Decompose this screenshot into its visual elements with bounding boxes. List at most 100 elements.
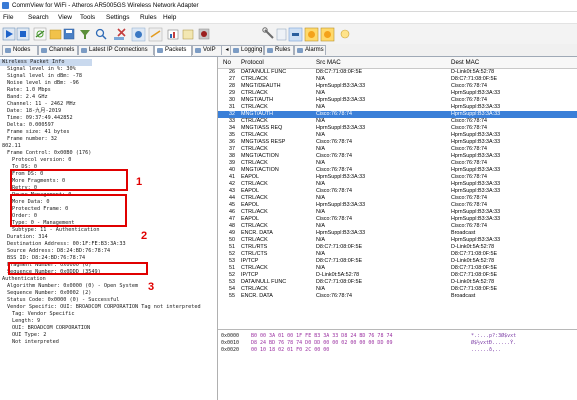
packet-number: 51 xyxy=(229,265,235,271)
tree-item[interactable]: Rate: 1.0 Mbps xyxy=(7,87,51,94)
packet-row[interactable]: 51 CTRL/ACK N/A D8:C7:71:08:0F:5E xyxy=(218,265,577,272)
packet-row[interactable]: 34 MNGT/ASS REQ HprnSuppl:B3:3A:33 Cisco:76… xyxy=(218,125,577,132)
col-dest-mac[interactable]: Dest MAC xyxy=(451,59,479,66)
packet-row[interactable]: 40 MNGT/ACTION Cisco:76:78:74 HprnSuppl:B3:… xyxy=(218,167,577,174)
packet-src-mac: HprnSuppl:B3:3A:33 xyxy=(316,230,366,236)
packet-src-mac: N/A xyxy=(316,160,325,166)
packet-row[interactable]: 52 CTRL/CTS N/A D8:C7:71:08:0F:5E xyxy=(218,251,577,258)
menu-rules[interactable]: Rules xyxy=(140,13,157,22)
packet-row[interactable]: 29 CTRL/ACK N/A HprnSuppl:B3:3A:33 xyxy=(218,90,577,97)
packet-row[interactable]: 31 CTRL/ACK N/A HprnSuppl:B3:3A:33 xyxy=(218,104,577,111)
packet-row[interactable]: 53 DATA/NULL FUNC D8:C7:71:08:0F:5E D-Link0… xyxy=(218,279,577,286)
tree-item[interactable]: Length: 9 xyxy=(12,318,40,325)
packet-row[interactable]: 43 EAPOL Cisco:76:78:74 HprnSuppl:B3:3A:33 xyxy=(218,188,577,195)
packet-protocol: MNGT/ASS RESP xyxy=(241,139,286,145)
packet-row[interactable]: 30 MNGT/AUTH HprnSuppl:B3:3A:33 Cisco:76:78… xyxy=(218,97,577,104)
channels-tab-icon xyxy=(41,48,47,53)
packet-row[interactable]: 27 CTRL/ACK N/A D8:C7:71:08:0F:5E xyxy=(218,76,577,83)
tree-item[interactable]: Destination Address: 00:1F:FE:B3:3A:33 xyxy=(7,241,126,248)
tab-nodes[interactable]: Nodes xyxy=(2,45,38,55)
menu-search[interactable]: Search xyxy=(28,13,49,22)
tree-item[interactable]: Frame size: 41 bytes xyxy=(7,129,69,136)
tab-latest-ip-connections[interactable]: Latest IP Connections xyxy=(78,45,154,55)
tree-item[interactable]: OUI: BROADCOM CORPORATION xyxy=(12,325,90,332)
packet-row[interactable]: 46 CTRL/ACK N/A HprnSuppl:B3:3A:33 xyxy=(218,209,577,216)
tree-item[interactable]: Signal level in %: 30% xyxy=(7,66,76,73)
tab-packets[interactable]: Packets xyxy=(154,45,192,56)
packet-dest-mac: HprnSuppl:B3:3A:33 xyxy=(451,237,501,243)
menu-help[interactable]: Help xyxy=(163,13,176,22)
menu-tools[interactable]: Tools xyxy=(80,13,95,22)
tree-item[interactable]: OUI Type: 2 xyxy=(12,332,46,339)
tab-alarms[interactable]: Alarms xyxy=(294,45,326,55)
packet-row[interactable]: 39 CTRL/ACK N/A Cisco:76:78:74 xyxy=(218,160,577,167)
tree-item[interactable]: Frame number: 32 xyxy=(7,136,57,143)
packet-row[interactable]: 36 MNGT/ASS RESP Cisco:76:78:74 HprnSuppl:B… xyxy=(218,139,577,146)
tree-item[interactable]: Source Address: D8:24:BD:76:78:74 xyxy=(7,248,110,255)
tree-item-label: Signal level in dBm: -78 xyxy=(7,73,82,79)
packet-decoder-tree[interactable]: Wireless Packet Info Signal level in %: 3… xyxy=(0,57,218,400)
packet-row[interactable]: 44 CTRL/ACK N/A Cisco:76:78:74 xyxy=(218,195,577,202)
tree-item[interactable]: Protocol version: 0 xyxy=(12,157,71,164)
packet-row[interactable]: 50 CTRL/ACK N/A HprnSuppl:B3:3A:33 xyxy=(218,237,577,244)
col-no[interactable]: No xyxy=(223,59,231,66)
packet-row[interactable]: 32 MNGT/AUTH Cisco:76:78:74 HprnSuppl:B3:3A… xyxy=(218,111,577,118)
packet-row[interactable]: 49 ENCR. DATA HprnSuppl:B3:3A:33 Broadcast xyxy=(218,230,577,237)
tree-item[interactable]: Frame Control: 0x00B0 (176) xyxy=(7,150,91,157)
tree-item[interactable]: Subtype: 11 - Authentication xyxy=(12,227,99,234)
col-src-mac[interactable]: Src MAC xyxy=(316,59,341,66)
menu-view[interactable]: View xyxy=(58,13,72,22)
tree-item[interactable]: Date: 18-九月-2019 xyxy=(7,108,61,115)
packet-dest-mac: HprnSuppl:B3:3A:33 xyxy=(451,209,501,215)
packet-protocol: MNGT/ASS REQ xyxy=(241,125,283,131)
tree-item[interactable]: Duration: 314 xyxy=(7,234,48,241)
tree-item-label: Time: 09:37:49.442852 xyxy=(7,115,73,121)
packet-row[interactable]: 26 DATA/NULL FUNC D8:C7:71:08:0F:5E D-Link0… xyxy=(218,69,577,76)
packet-row[interactable]: 28 MNGT/DEAUTH HprnSuppl:B3:3A:33 Cisco:76:… xyxy=(218,83,577,90)
packet-row[interactable]: 47 EAPOL Cisco:76:78:74 HprnSuppl:B3:3A:33 xyxy=(218,216,577,223)
menu-settings[interactable]: Settings xyxy=(106,13,130,22)
tree-item[interactable]: 802.11 xyxy=(2,143,21,150)
tree-item[interactable]: Signal level in dBm: -78 xyxy=(7,73,82,80)
tree-item[interactable]: Sequence Number: 0x0002 (2) xyxy=(7,290,91,297)
tab-logging[interactable]: Logging xyxy=(230,45,264,55)
packet-row[interactable]: 48 CTRL/ACK N/A Cisco:76:78:74 xyxy=(218,223,577,230)
tree-item[interactable]: Time: 09:37:49.442852 xyxy=(7,115,73,122)
menu-file[interactable]: File xyxy=(3,13,13,22)
packet-dest-mac: Cisco:76:78:74 xyxy=(451,83,487,89)
col-protocol[interactable]: Protocol xyxy=(241,59,264,66)
tree-item[interactable]: Noise level in dBm: -96 xyxy=(7,80,79,87)
tree-item[interactable]: Delta: 0.000597 xyxy=(7,122,54,129)
tree-item[interactable]: Not interpreted xyxy=(12,339,59,346)
packet-row[interactable]: 38 MNGT/ACTION Cisco:76:78:74 HprnSuppl:B3:… xyxy=(218,153,577,160)
tab-rules[interactable]: Rules xyxy=(264,45,294,55)
tree-item[interactable]: Wireless Packet Info xyxy=(0,59,92,66)
tree-item[interactable]: Band: 2.4 GHz xyxy=(7,94,48,101)
packet-row[interactable]: 37 CTRL/ACK N/A Cisco:76:78:74 xyxy=(218,146,577,153)
packet-src-mac: D8:C7:71:08:0F:5E xyxy=(316,69,363,75)
packet-row[interactable]: 55 ENCR. DATA Cisco:76:78:74 Broadcast xyxy=(218,293,577,300)
packet-row[interactable]: 53 IP/TCP D8:C7:71:08:0F:5E D-Link0t:5A:52:… xyxy=(218,258,577,265)
packet-number: 26 xyxy=(229,69,235,75)
tree-item[interactable]: Channel: 11 - 2462 MHz xyxy=(7,101,76,108)
tree-item[interactable]: BSS ID: D8:24:BD:76:78:74 xyxy=(7,255,85,262)
packet-protocol: MNGT/AUTH xyxy=(241,97,274,103)
packet-row[interactable]: 41 EAPOL HprnSuppl:B3:3A:33 Cisco:76:78:74 xyxy=(218,174,577,181)
packet-row[interactable]: 35 CTRL/ACK N/A HprnSuppl:B3:3A:33 xyxy=(218,132,577,139)
tree-item[interactable]: Tag: Vendor Specific xyxy=(12,311,74,318)
tree-item[interactable]: Algorithm Number: 0x0000 (0) - Open Syst… xyxy=(7,283,138,290)
packet-dest-mac: Cisco:76:78:74 xyxy=(451,146,487,152)
tree-item[interactable]: Authentication xyxy=(2,276,46,283)
packet-row[interactable]: 51 CTRL/RTS D8:C7:71:08:0F:5E D-Link0t:5A:5… xyxy=(218,244,577,251)
packet-row[interactable]: 54 CTRL/ACK N/A D8:C7:71:08:0F:5E xyxy=(218,286,577,293)
tree-item[interactable]: Status Code: 0x0000 (0) - Successful xyxy=(7,297,119,304)
tab-channels[interactable]: Channels xyxy=(38,45,78,55)
tab-voip[interactable]: VoIP xyxy=(192,45,222,55)
packet-row[interactable]: 42 CTRL/ACK N/A HprnSuppl:B3:3A:33 xyxy=(218,181,577,188)
packet-row[interactable]: 33 CTRL/ACK N/A Cisco:76:78:74 xyxy=(218,118,577,125)
packet-row[interactable]: 45 EAPOL HprnSuppl:B3:3A:33 Cisco:76:78:74 xyxy=(218,202,577,209)
packet-row[interactable]: 52 IP/TCP D-Link0t:5A:52:78 D8:C7:71:08:0F:… xyxy=(218,272,577,279)
hex-dump-pane[interactable]: 0x0000 B0 00 3A 01 00 1F FE B3 3A 33 D8 2… xyxy=(218,329,577,400)
tree-item[interactable]: Vendor Specific: OUI: BROADCOM CORPORATI… xyxy=(7,304,201,311)
packet-number: 46 xyxy=(229,209,235,215)
